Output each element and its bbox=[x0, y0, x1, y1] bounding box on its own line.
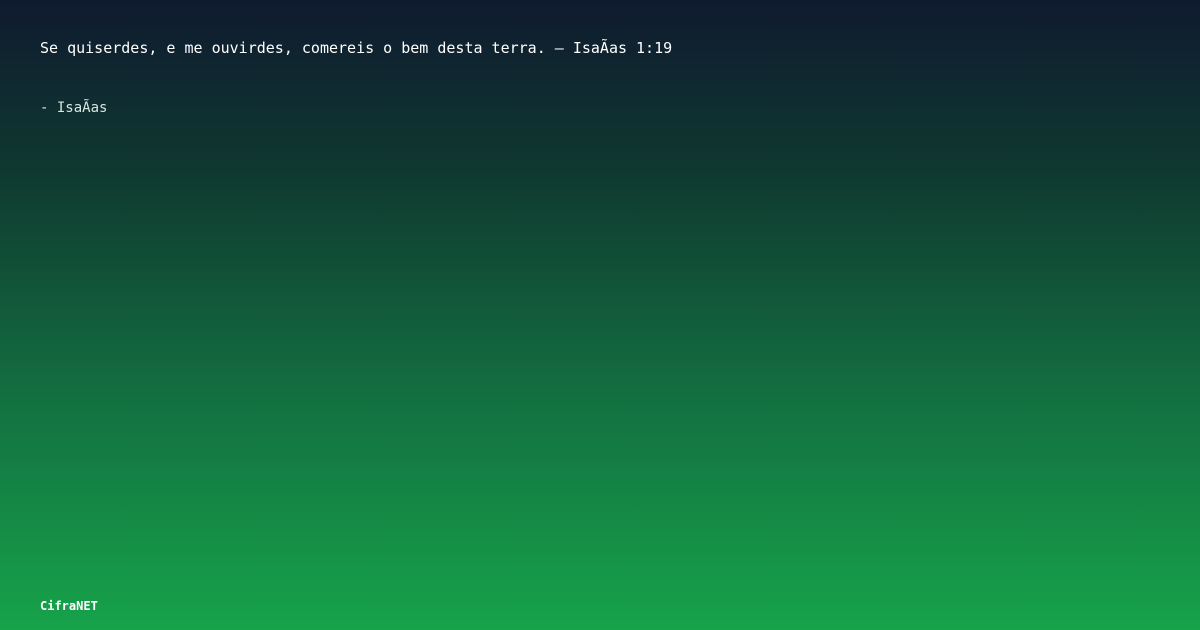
brand-name: CifraNET bbox=[40, 599, 98, 613]
quote-card: Se quiserdes, e me ouvirdes, comereis o … bbox=[0, 0, 1200, 630]
quote-author: - IsaÃ­as bbox=[40, 100, 108, 116]
quote-text: Se quiserdes, e me ouvirdes, comereis o … bbox=[40, 39, 673, 57]
